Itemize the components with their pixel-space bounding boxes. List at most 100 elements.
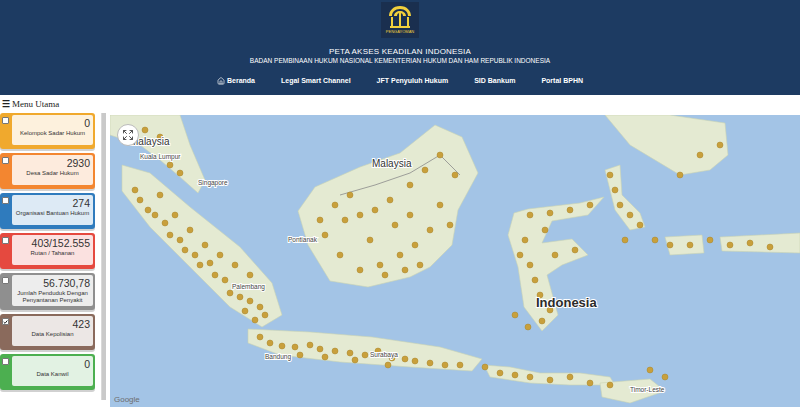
map-marker[interactable] bbox=[172, 212, 178, 218]
map-marker[interactable] bbox=[242, 308, 248, 314]
map-marker[interactable] bbox=[497, 370, 503, 376]
map-marker[interactable] bbox=[652, 237, 658, 243]
layer-card[interactable]: 403/152.555Rutan / Tahanan bbox=[0, 233, 95, 269]
layer-checkbox[interactable] bbox=[2, 237, 9, 244]
map-marker[interactable] bbox=[347, 192, 353, 198]
nav-link[interactable]: JFT Penyuluh Hukum bbox=[377, 76, 449, 86]
map-marker[interactable] bbox=[382, 272, 388, 278]
map-marker[interactable] bbox=[647, 367, 653, 373]
map-marker[interactable] bbox=[422, 167, 428, 173]
layer-checkbox[interactable] bbox=[2, 197, 9, 204]
map-marker[interactable] bbox=[162, 220, 168, 226]
map-marker[interactable] bbox=[547, 377, 553, 383]
map-marker[interactable] bbox=[322, 354, 328, 360]
map-marker[interactable] bbox=[317, 346, 323, 352]
map-marker[interactable] bbox=[207, 260, 213, 266]
map-marker[interactable] bbox=[357, 267, 363, 273]
layer-card[interactable]: 0Data Kanwil bbox=[0, 354, 95, 390]
scrollbar-thumb[interactable] bbox=[102, 113, 106, 400]
map-marker[interactable] bbox=[587, 202, 593, 208]
layer-card[interactable]: 274Organisasi Bantuan Hukum bbox=[0, 193, 95, 229]
map-marker[interactable] bbox=[607, 382, 613, 388]
map-marker[interactable] bbox=[667, 242, 673, 248]
map-marker[interactable] bbox=[457, 362, 463, 368]
map-marker[interactable] bbox=[192, 252, 198, 258]
map-marker[interactable] bbox=[297, 352, 303, 358]
map-marker[interactable] bbox=[137, 197, 143, 203]
map-marker[interactable] bbox=[697, 152, 703, 158]
map-marker[interactable] bbox=[747, 240, 753, 246]
map-marker[interactable] bbox=[357, 212, 363, 218]
map-marker[interactable] bbox=[257, 334, 263, 340]
map-marker[interactable] bbox=[447, 222, 453, 228]
map-marker[interactable] bbox=[212, 272, 218, 278]
map-marker[interactable] bbox=[767, 244, 773, 250]
map-marker[interactable] bbox=[527, 212, 533, 218]
nav-link[interactable]: Legal Smart Channel bbox=[281, 76, 351, 86]
map-marker[interactable] bbox=[517, 252, 523, 258]
map-marker[interactable] bbox=[347, 350, 353, 356]
map-marker[interactable] bbox=[572, 247, 578, 253]
map-marker[interactable] bbox=[482, 364, 488, 370]
map-marker[interactable] bbox=[612, 187, 618, 193]
map-marker[interactable] bbox=[232, 262, 238, 268]
layer-card[interactable]: 56.730,78Jumlah Penduduk Dengan Penyanta… bbox=[0, 273, 95, 310]
map-marker[interactable] bbox=[687, 242, 693, 248]
map-marker[interactable] bbox=[262, 312, 268, 318]
map-marker[interactable] bbox=[397, 252, 403, 258]
logo[interactable]: PENGAYOMAN bbox=[381, 2, 419, 38]
map-marker[interactable] bbox=[542, 227, 548, 233]
map-marker[interactable] bbox=[182, 247, 188, 253]
map-marker[interactable] bbox=[252, 317, 258, 323]
map-marker[interactable] bbox=[279, 343, 285, 349]
map-marker[interactable] bbox=[417, 262, 423, 268]
map-marker[interactable] bbox=[372, 207, 378, 213]
map-marker[interactable] bbox=[427, 360, 433, 366]
map-marker[interactable] bbox=[677, 172, 683, 178]
map-marker[interactable] bbox=[257, 304, 263, 310]
map-marker[interactable] bbox=[567, 374, 573, 380]
map-marker[interactable] bbox=[227, 290, 233, 296]
map-marker[interactable] bbox=[167, 162, 173, 168]
nav-link[interactable]: Beranda bbox=[217, 76, 255, 86]
fullscreen-button[interactable] bbox=[117, 124, 139, 146]
map-marker[interactable] bbox=[337, 252, 343, 258]
map-canvas[interactable]: MalaysiaKuala LumpurSingaporeMalaysiaPon… bbox=[110, 115, 800, 407]
map-marker[interactable] bbox=[332, 202, 338, 208]
map-marker[interactable] bbox=[332, 348, 338, 354]
map-marker[interactable] bbox=[307, 342, 313, 348]
map-marker[interactable] bbox=[637, 222, 643, 228]
layer-checkbox[interactable] bbox=[2, 117, 9, 124]
map-marker[interactable] bbox=[407, 212, 413, 218]
map-marker[interactable] bbox=[177, 237, 183, 243]
layer-checkbox[interactable] bbox=[2, 318, 9, 325]
map-marker[interactable] bbox=[539, 318, 545, 324]
map-marker[interactable] bbox=[197, 262, 203, 268]
map-marker[interactable] bbox=[292, 344, 298, 350]
map-marker[interactable] bbox=[587, 380, 593, 386]
map-marker[interactable] bbox=[525, 324, 531, 330]
map-marker[interactable] bbox=[247, 272, 253, 278]
map-marker[interactable] bbox=[607, 172, 613, 178]
map-marker[interactable] bbox=[247, 298, 253, 304]
map-marker[interactable] bbox=[522, 237, 528, 243]
map[interactable]: MalaysiaKuala LumpurSingaporeMalaysiaPon… bbox=[110, 115, 800, 407]
layer-card[interactable]: 2930Desa Sadar Hukum bbox=[0, 153, 95, 189]
map-marker[interactable] bbox=[662, 374, 668, 380]
map-marker[interactable] bbox=[142, 127, 148, 133]
map-marker[interactable] bbox=[512, 372, 518, 378]
map-marker[interactable] bbox=[202, 242, 208, 248]
map-marker[interactable] bbox=[442, 362, 448, 368]
map-marker[interactable] bbox=[362, 352, 368, 358]
map-marker[interactable] bbox=[527, 374, 533, 380]
map-marker[interactable] bbox=[392, 222, 398, 228]
map-marker[interactable] bbox=[152, 212, 158, 218]
map-marker[interactable] bbox=[177, 170, 183, 176]
map-marker[interactable] bbox=[532, 277, 538, 283]
map-marker[interactable] bbox=[402, 356, 408, 362]
map-marker[interactable] bbox=[437, 152, 443, 158]
nav-link[interactable]: SID Bankum bbox=[474, 76, 515, 86]
map-marker[interactable] bbox=[237, 294, 243, 300]
map-marker[interactable] bbox=[145, 207, 151, 213]
layer-card[interactable]: 423Data Kepolisian bbox=[0, 314, 95, 350]
